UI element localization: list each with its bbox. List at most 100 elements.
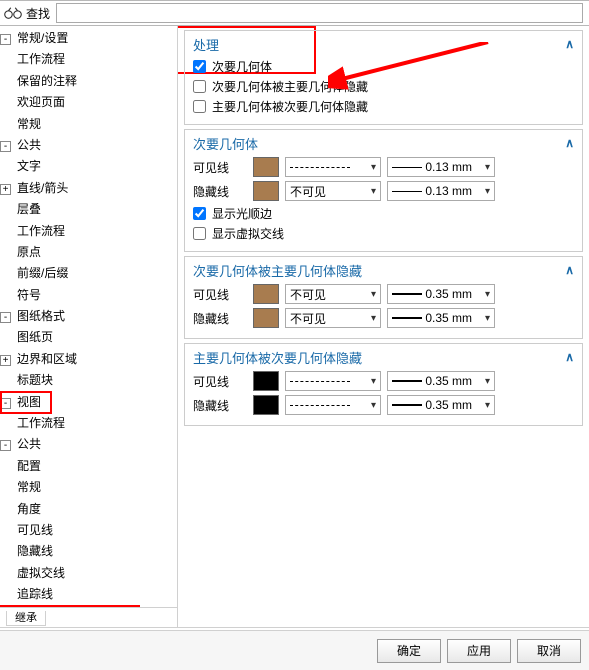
row-hidden-line: 隐藏线 不可见 0.13 mm bbox=[193, 181, 574, 201]
chevron-up-icon[interactable]: ∧ bbox=[565, 350, 574, 364]
line-style-select[interactable]: 不可见 bbox=[285, 181, 381, 201]
tree-item-label: 工作流程 bbox=[13, 222, 69, 241]
tree-item[interactable]: 层叠 bbox=[0, 199, 177, 220]
tree-item[interactable]: 可见线 bbox=[0, 520, 177, 541]
tree-item[interactable]: -公共 bbox=[0, 434, 177, 455]
tree-item[interactable]: 文字 bbox=[0, 156, 177, 177]
tree-item-label: 标题块 bbox=[13, 371, 57, 390]
tree-item[interactable]: 保留的注释 bbox=[0, 71, 177, 92]
chevron-up-icon[interactable]: ∧ bbox=[565, 263, 574, 277]
tree-item[interactable]: 原点 bbox=[0, 242, 177, 263]
line-width-select[interactable]: 0.35 mm bbox=[387, 371, 495, 391]
nav-tree[interactable]: -常规/设置工作流程保留的注释欢迎页面常规-公共文字+直线/箭头层叠工作流程原点… bbox=[0, 26, 178, 627]
tree-item-label: 虚拟交线 bbox=[13, 564, 69, 583]
search-input[interactable] bbox=[56, 3, 583, 23]
tree-item-label: 工作流程 bbox=[13, 50, 69, 69]
cancel-button[interactable]: 取消 bbox=[517, 639, 581, 663]
chk-show-smooth-edges[interactable]: 显示光顺边 bbox=[193, 205, 574, 222]
tree-item[interactable]: +边界和区域 bbox=[0, 349, 177, 370]
line-style-select[interactable] bbox=[285, 157, 381, 177]
tree-item[interactable]: -公共 bbox=[0, 135, 177, 156]
tree-item[interactable]: +直线/箭头 bbox=[0, 178, 177, 199]
find-label: 查找 bbox=[4, 5, 50, 22]
tree-item[interactable]: 欢迎页面 bbox=[0, 92, 177, 113]
tree-item-label: 常规 bbox=[13, 115, 45, 134]
tree-item[interactable]: 隐藏线 bbox=[0, 541, 177, 562]
tree-item-label: 直线/箭头 bbox=[13, 179, 72, 198]
search-bar: 查找 bbox=[0, 0, 589, 26]
expand-icon[interactable]: + bbox=[0, 184, 11, 195]
line-width-select[interactable]: 0.13 mm bbox=[387, 157, 495, 177]
tree-item[interactable]: 图纸页 bbox=[0, 327, 177, 348]
row-visible-line: 可见线 0.35 mm bbox=[193, 371, 574, 391]
line-width-select[interactable]: 0.13 mm bbox=[387, 181, 495, 201]
tree-item[interactable]: 工作流程 bbox=[0, 221, 177, 242]
tree-item[interactable]: 工作流程 bbox=[0, 49, 177, 70]
tree-item-label: 保留的注释 bbox=[13, 72, 81, 91]
line-style-select[interactable]: 不可见 bbox=[285, 284, 381, 304]
chk-sec-hidden-by-pri[interactable]: 次要几何体被主要几何体隐藏 bbox=[193, 78, 574, 95]
row-visible-line: 可见线 不可见 0.35 mm bbox=[193, 284, 574, 304]
row-visible-line: 可见线 0.13 mm bbox=[193, 157, 574, 177]
tree-item-label: 追踪线 bbox=[13, 585, 57, 604]
chk-show-virtual-intersections[interactable]: 显示虚拟交线 bbox=[193, 225, 574, 242]
color-swatch[interactable] bbox=[253, 308, 279, 328]
color-swatch[interactable] bbox=[253, 284, 279, 304]
tree-item[interactable]: 配置 bbox=[0, 456, 177, 477]
tree-item[interactable]: 常规 bbox=[0, 114, 177, 135]
ok-button[interactable]: 确定 bbox=[377, 639, 441, 663]
highlight-box bbox=[0, 391, 52, 414]
tree-item-label: 配置 bbox=[13, 457, 45, 476]
tree-item-label: 欢迎页面 bbox=[13, 93, 69, 112]
tree-item-label: 图纸格式 bbox=[13, 307, 69, 326]
color-swatch[interactable] bbox=[253, 395, 279, 415]
settings-panel: 处理 ∧ 次要几何体 次要几何体被主要几何体隐藏 主要几何体被次要几何体隐藏 次… bbox=[178, 26, 589, 627]
line-width-select[interactable]: 0.35 mm bbox=[387, 395, 495, 415]
tree-item[interactable]: 符号 bbox=[0, 285, 177, 306]
expand-icon[interactable]: - bbox=[0, 312, 11, 323]
tree-item-label: 层叠 bbox=[13, 200, 45, 219]
tree-item[interactable]: 追踪线 bbox=[0, 584, 177, 605]
tree-item-label: 符号 bbox=[13, 286, 45, 305]
tree-item[interactable]: 常规 bbox=[0, 477, 177, 498]
line-width-select[interactable]: 0.35 mm bbox=[387, 308, 495, 328]
line-width-select[interactable]: 0.35 mm bbox=[387, 284, 495, 304]
section-title: 处理 bbox=[193, 35, 574, 54]
section-sec-hidden-by-pri: 次要几何体被主要几何体隐藏 ∧ 可见线 不可见 0.35 mm 隐藏线 不可见 … bbox=[184, 256, 583, 339]
tree-item[interactable]: -常规/设置 bbox=[0, 28, 177, 49]
tree-item[interactable]: 标题块 bbox=[0, 370, 177, 391]
line-style-select[interactable] bbox=[285, 395, 381, 415]
tree-item-label: 原点 bbox=[13, 243, 45, 262]
expand-icon[interactable]: - bbox=[0, 34, 11, 45]
expand-icon[interactable]: - bbox=[0, 440, 11, 451]
section-title: 次要几何体被主要几何体隐藏 bbox=[193, 261, 574, 280]
line-style-select[interactable]: 不可见 bbox=[285, 308, 381, 328]
tree-item-label: 常规 bbox=[13, 478, 45, 497]
color-swatch[interactable] bbox=[253, 157, 279, 177]
tree-item[interactable]: 工作流程 bbox=[0, 413, 177, 434]
color-swatch[interactable] bbox=[253, 371, 279, 391]
line-style-select[interactable] bbox=[285, 371, 381, 391]
tree-item[interactable]: 虚拟交线 bbox=[0, 563, 177, 584]
color-swatch[interactable] bbox=[253, 181, 279, 201]
tree-item[interactable]: -图纸格式 bbox=[0, 306, 177, 327]
expand-icon[interactable]: - bbox=[0, 141, 11, 152]
chevron-up-icon[interactable]: ∧ bbox=[565, 136, 574, 150]
section-secondary-geometry: 次要几何体 ∧ 可见线 0.13 mm 隐藏线 不可见 0.13 mm 显示光顺… bbox=[184, 129, 583, 252]
expand-icon[interactable]: + bbox=[0, 355, 11, 366]
chevron-up-icon[interactable]: ∧ bbox=[565, 37, 574, 51]
main: -常规/设置工作流程保留的注释欢迎页面常规-公共文字+直线/箭头层叠工作流程原点… bbox=[0, 26, 589, 628]
tree-item[interactable]: -视图 bbox=[0, 392, 177, 413]
binoculars-icon bbox=[4, 7, 22, 19]
chk-pri-hidden-by-sec[interactable]: 主要几何体被次要几何体隐藏 bbox=[193, 98, 574, 115]
tree-tabbar: 继承 bbox=[0, 607, 177, 627]
tree-item[interactable]: 前缀/后缀 bbox=[0, 263, 177, 284]
tree-item[interactable]: 角度 bbox=[0, 499, 177, 520]
inherit-tab[interactable]: 继承 bbox=[6, 611, 46, 626]
tree-item-label: 工作流程 bbox=[13, 414, 69, 433]
chk-secondary-geometry[interactable]: 次要几何体 bbox=[193, 58, 574, 75]
row-hidden-line: 隐藏线 不可见 0.35 mm bbox=[193, 308, 574, 328]
tree-item-label: 图纸页 bbox=[13, 328, 57, 347]
tree-item-label: 常规/设置 bbox=[13, 29, 72, 48]
apply-button[interactable]: 应用 bbox=[447, 639, 511, 663]
